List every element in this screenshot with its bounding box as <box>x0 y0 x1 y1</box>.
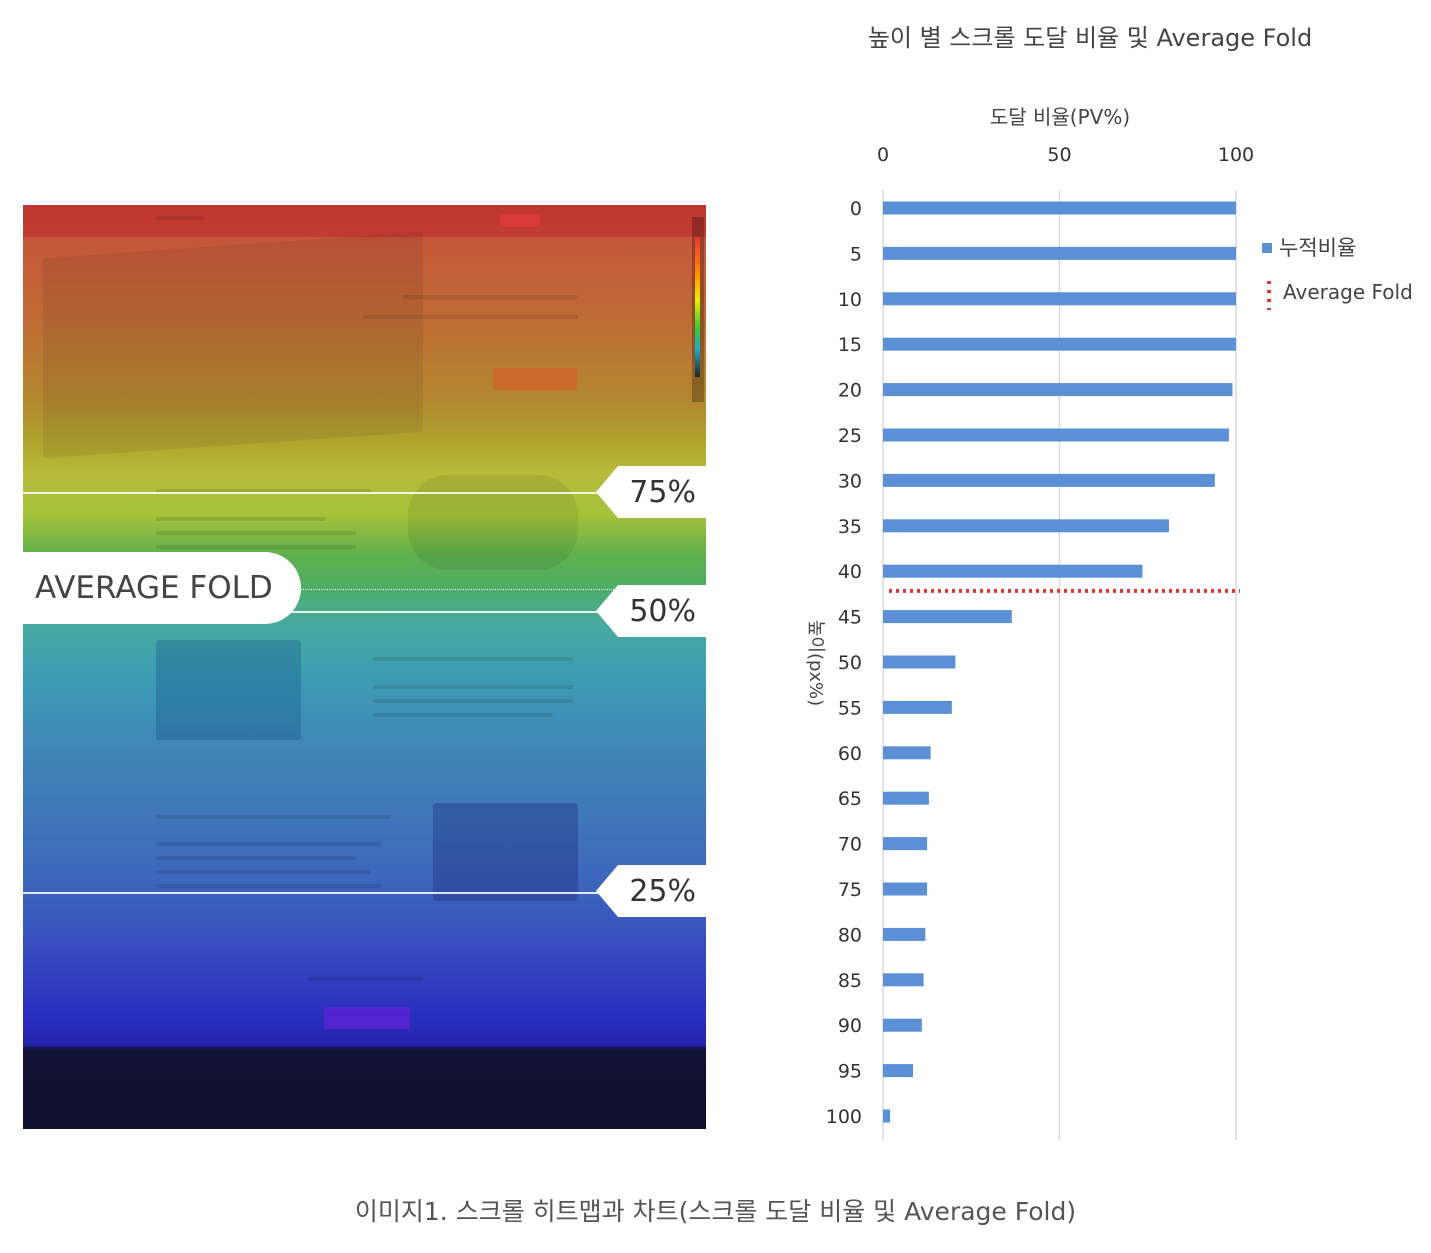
y-tick-label: 35 <box>838 516 862 538</box>
y-tick-label: 85 <box>838 970 862 992</box>
heatmap-mock-text <box>373 657 573 661</box>
heatmap-mock-bottom-button <box>324 1007 410 1029</box>
y-tick-label: 70 <box>838 834 862 856</box>
heatmap-mock-text <box>363 315 578 319</box>
heatmap-mock-text <box>156 545 356 549</box>
y-tick-label: 50 <box>838 652 862 674</box>
bar <box>883 1018 922 1032</box>
bar <box>883 246 1236 260</box>
scroll-heatmap: 75% 50% 25% AVERAGE FOLD <box>23 205 706 1129</box>
fold-marker-25: 25% <box>596 865 706 917</box>
y-tick-label: 100 <box>826 1106 862 1128</box>
bar <box>883 700 952 714</box>
y-tick-label: 55 <box>838 697 862 719</box>
heatmap-mock-screenshots <box>156 640 301 740</box>
x-tick-label: 0 <box>877 144 889 166</box>
bar <box>883 201 1236 215</box>
average-fold-tab: AVERAGE FOLD <box>23 552 301 624</box>
fold-marker-label: 75% <box>629 474 696 510</box>
heatmap-mock-text <box>373 685 573 689</box>
y-tick-label: 40 <box>838 561 862 583</box>
bar <box>883 610 1012 624</box>
bar <box>883 973 924 987</box>
y-tick-label: 5 <box>850 243 862 265</box>
bar <box>883 655 956 669</box>
bar <box>883 337 1236 351</box>
bar <box>883 519 1169 533</box>
average-fold-label: AVERAGE FOLD <box>35 570 273 606</box>
heatmap-mock-text <box>403 295 578 299</box>
bar <box>883 564 1143 578</box>
bar <box>883 292 1236 306</box>
figure-caption: 이미지1. 스크롤 히트맵과 차트(스크롤 도달 비율 및 Average Fo… <box>354 1197 1077 1226</box>
chart-title: 높이 별 스크롤 도달 비율 및 Average Fold <box>868 24 1312 52</box>
legend-fold-label: Average Fold <box>1283 280 1413 304</box>
heatmap-mock-text <box>156 216 204 220</box>
x-tick-label: 100 <box>1218 144 1254 166</box>
bar <box>883 791 929 805</box>
heatmap-color-scale <box>692 217 704 402</box>
y-tick-label: 0 <box>850 198 862 220</box>
y-tick-label: 20 <box>838 380 862 402</box>
y-tick-label: 75 <box>838 879 862 901</box>
bar <box>883 1109 891 1123</box>
bar <box>883 746 931 760</box>
bar <box>883 927 926 941</box>
bar <box>883 882 928 896</box>
heatmap-mock-cloud-image <box>408 475 578 570</box>
fold-marker-label: 50% <box>629 593 696 629</box>
bar <box>883 473 1215 487</box>
heatmap-mock-text <box>156 842 381 846</box>
heatmap-mock-illustration <box>433 803 578 901</box>
heatmap-mock-cta-button <box>493 368 577 390</box>
y-tick-label: 80 <box>838 924 862 946</box>
y-tick-label: 60 <box>838 743 862 765</box>
x-tick-label: 50 <box>1047 144 1071 166</box>
legend-series-swatch <box>1262 243 1272 253</box>
legend-series-label: 누적비율 <box>1279 236 1356 260</box>
heatmap-mock-text <box>156 531 356 535</box>
heatmap-mock-text <box>156 815 391 819</box>
heatmap-mock-device-image <box>43 231 423 459</box>
fold-marker-50: 50% <box>596 585 706 637</box>
y-axis-label: 높이(px%) <box>805 620 826 706</box>
bar <box>883 383 1233 397</box>
x-axis-label: 도달 비율(PV%) <box>990 105 1130 129</box>
y-tick-label: 15 <box>838 334 862 356</box>
y-tick-label: 25 <box>838 425 862 447</box>
heatmap-header-band <box>23 205 706 237</box>
y-tick-label: 10 <box>838 289 862 311</box>
y-tick-label: 30 <box>838 470 862 492</box>
bar <box>883 428 1229 442</box>
heatmap-mock-text <box>156 517 326 521</box>
heatmap-mock-text <box>156 884 381 888</box>
heatmap-mock-text <box>308 977 423 981</box>
heatmap-mock-text <box>373 713 553 717</box>
fold-marker-75: 75% <box>596 466 706 518</box>
bar <box>883 1064 914 1078</box>
heatmap-mock-text <box>156 870 371 874</box>
y-tick-label: 90 <box>838 1015 862 1037</box>
heatmap-footer-band <box>23 1047 706 1129</box>
y-tick-label: 45 <box>838 607 862 629</box>
y-tick-label: 65 <box>838 788 862 810</box>
fold-marker-label: 25% <box>629 873 696 909</box>
heatmap-mock-text <box>373 699 573 703</box>
heatmap-mock-header-button <box>500 214 540 227</box>
bar <box>883 837 928 851</box>
bar-chart: 높이 별 스크롤 도달 비율 및 Average Fold 도달 비율(PV%)… <box>805 24 1413 1140</box>
y-tick-label: 95 <box>838 1061 862 1083</box>
heatmap-mock-text <box>156 856 356 860</box>
